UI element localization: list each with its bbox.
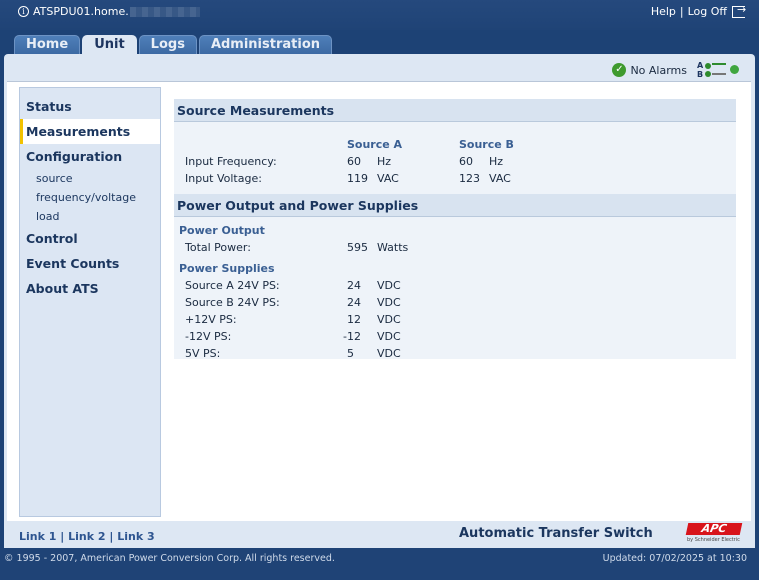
total-power-unit: Watts: [377, 241, 409, 254]
source-b-dot: [705, 71, 711, 77]
source-a-unit: VAC: [377, 172, 399, 185]
logoff-icon[interactable]: [732, 3, 746, 18]
host-info: i ATSPDU01.home.: [18, 5, 200, 18]
footer-link-3[interactable]: Link 3: [117, 530, 154, 543]
alarm-status: ✓ No Alarms A B: [612, 61, 739, 79]
product-name: Automatic Transfer Switch: [459, 526, 653, 541]
source-a-value: 60: [347, 155, 361, 168]
footer-link-2[interactable]: Link 2: [68, 530, 105, 543]
nav-measurements[interactable]: Measurements: [20, 119, 160, 144]
nav-status[interactable]: Status: [20, 94, 160, 119]
power-supplies-subhead: Power Supplies: [179, 262, 275, 275]
row-label: Total Power:: [185, 241, 251, 254]
source-b-unit: VAC: [489, 172, 511, 185]
ok-check-icon: ✓: [612, 63, 627, 77]
row-label: -12V PS:: [185, 330, 232, 343]
nav-config-frequency-voltage[interactable]: frequency/voltage: [20, 188, 160, 207]
power-section-body: Power Output Total Power: 595 Watts Powe…: [174, 217, 736, 362]
footer-link-separator: |: [109, 530, 114, 543]
source-measurements-body: Source A Source B Input Frequency: 60 Hz…: [174, 122, 736, 194]
alarm-text: No Alarms: [630, 63, 687, 77]
ps-value: 5: [347, 347, 354, 360]
source-b-header: Source B: [459, 138, 514, 151]
ps-row: Source B 24V PS: 24 VDC: [174, 294, 736, 311]
ps-unit: VDC: [377, 279, 401, 292]
output-status-dot: [730, 65, 739, 74]
ps-unit: VDC: [377, 296, 401, 309]
input-voltage-row: Input Voltage: 119 VAC 123 VAC: [174, 170, 736, 187]
tab-unit[interactable]: Unit: [82, 35, 137, 55]
source-b-value: 123: [459, 172, 480, 185]
host-name: ATSPDU01.home.: [33, 5, 129, 18]
total-power-row: Total Power: 595 Watts: [174, 239, 736, 256]
power-section-title: Power Output and Power Supplies: [174, 194, 736, 217]
nav-config-load[interactable]: load: [20, 207, 160, 226]
left-nav: Status Measurements Configuration source…: [19, 87, 161, 517]
source-a-value: 119: [347, 172, 368, 185]
power-output-subhead: Power Output: [179, 224, 265, 237]
main-tabs: Home Unit Logs Administration: [14, 35, 334, 55]
tab-administration[interactable]: Administration: [198, 35, 333, 54]
total-power-value: 595: [347, 241, 368, 254]
source-column-headers: Source A Source B: [174, 136, 736, 153]
ps-unit: VDC: [377, 347, 401, 360]
ps-value: 12: [347, 313, 361, 326]
redacted-domain: [129, 6, 200, 17]
row-label: Input Frequency:: [185, 155, 277, 168]
footer-bar: Link 1 | Link 2 | Link 3 Automatic Trans…: [4, 522, 755, 548]
ps-row: +12V PS: 12 VDC: [174, 311, 736, 328]
source-b-value: 60: [459, 155, 473, 168]
tab-home[interactable]: Home: [14, 35, 81, 54]
apc-logo-word: APC: [685, 522, 743, 535]
nav-config-source[interactable]: source: [20, 169, 160, 188]
nav-about-ats[interactable]: About ATS: [20, 276, 160, 301]
ps-value: 24: [347, 296, 361, 309]
nav-configuration[interactable]: Configuration: [20, 144, 160, 169]
footer-links: Link 1 | Link 2 | Link 3: [19, 530, 155, 543]
source-a-dot: [705, 63, 711, 69]
row-label: 5V PS:: [185, 347, 221, 360]
help-link[interactable]: Help: [651, 5, 676, 18]
tab-logs[interactable]: Logs: [138, 35, 197, 54]
logoff-link[interactable]: Log Off: [688, 5, 727, 18]
row-label: Source B 24V PS:: [185, 296, 280, 309]
top-bar: i ATSPDU01.home. Help | Log Off: [0, 0, 759, 30]
source-a-header: Source A: [347, 138, 403, 151]
copyright-text: © 1995 - 2007, American Power Conversion…: [4, 553, 335, 564]
nav-event-counts[interactable]: Event Counts: [20, 251, 160, 276]
measurements-panel: Source Measurements Source A Source B In…: [174, 99, 736, 362]
row-label: +12V PS:: [185, 313, 237, 326]
ps-row: -12V PS: -12 VDC: [174, 328, 736, 345]
input-frequency-row: Input Frequency: 60 Hz 60 Hz: [174, 153, 736, 170]
row-label: Input Voltage:: [185, 172, 262, 185]
source-a-label: A: [697, 61, 704, 70]
top-links: Help | Log Off: [651, 3, 746, 19]
apc-logo-sub: by Schneider Electric: [687, 537, 740, 543]
ps-row: 5V PS: 5 VDC: [174, 345, 736, 362]
nav-control[interactable]: Control: [20, 226, 160, 251]
ps-unit: VDC: [377, 313, 401, 326]
ps-value: -12: [343, 330, 361, 343]
transfer-arrows: [712, 63, 726, 75]
apc-logo: APC by Schneider Electric: [683, 522, 745, 545]
source-b-label: B: [697, 70, 704, 79]
bottom-bar: © 1995 - 2007, American Power Conversion…: [0, 548, 759, 580]
source-a-unit: Hz: [377, 155, 392, 168]
ps-row: Source A 24V PS: 24 VDC: [174, 277, 736, 294]
transfer-switch-status-icon: A B: [697, 61, 739, 79]
top-link-separator: |: [679, 5, 684, 18]
footer-link-separator: |: [60, 530, 65, 543]
info-icon[interactable]: i: [18, 6, 29, 17]
footer-link-1[interactable]: Link 1: [19, 530, 56, 543]
ps-unit: VDC: [377, 330, 401, 343]
source-measurements-title: Source Measurements: [174, 99, 736, 122]
source-b-unit: Hz: [489, 155, 504, 168]
updated-timestamp: Updated: 07/02/2025 at 10:30: [602, 553, 747, 564]
ps-value: 24: [347, 279, 361, 292]
row-label: Source A 24V PS:: [185, 279, 280, 292]
